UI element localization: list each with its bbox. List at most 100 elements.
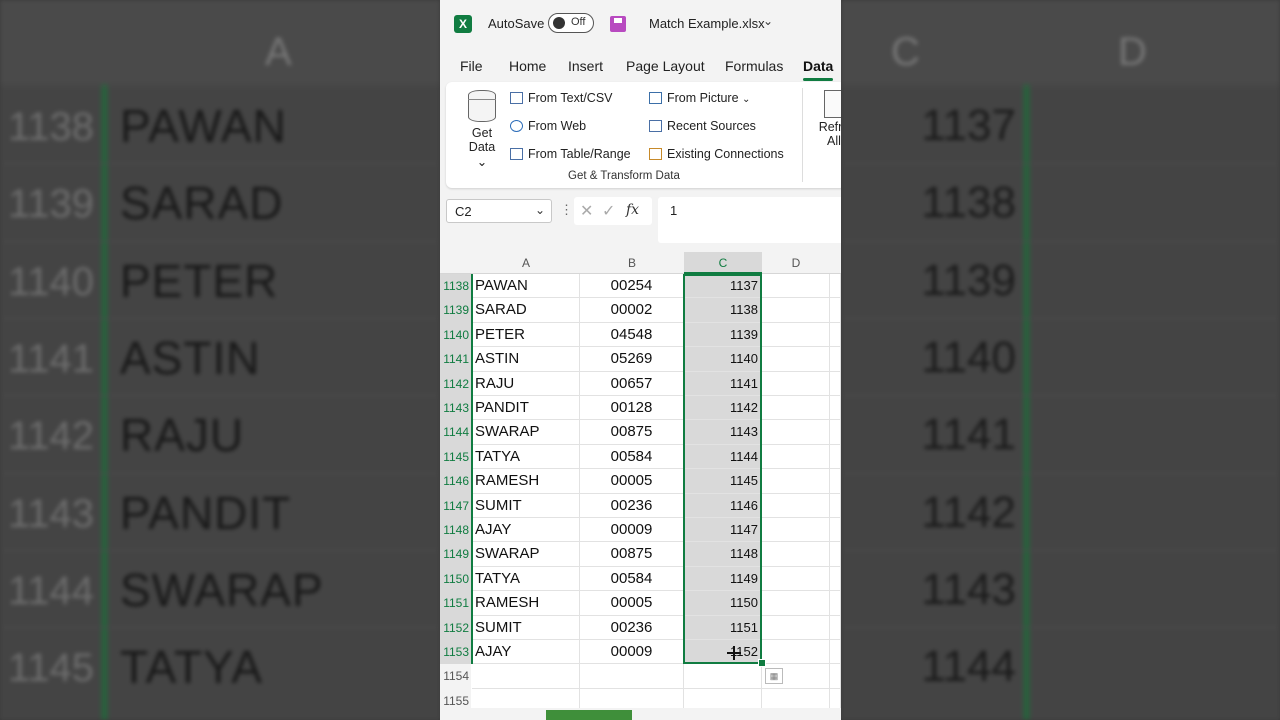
cell-a[interactable]: PETER (472, 322, 580, 348)
cell-e[interactable] (830, 444, 841, 470)
row-header[interactable]: 1147 (440, 493, 471, 518)
cell-c[interactable]: 1142 (684, 396, 762, 421)
cell-b[interactable]: 00009 (580, 640, 684, 665)
row-header[interactable]: 1150 (440, 566, 471, 592)
cell-d[interactable] (762, 371, 830, 396)
cell-d[interactable] (762, 542, 830, 567)
cell-a[interactable]: AJAY (472, 518, 580, 543)
cell-c[interactable]: 1143 (684, 420, 762, 445)
cell-c[interactable]: 1146 (684, 493, 762, 518)
cell-c[interactable]: 1138 (684, 298, 762, 323)
cell-b[interactable] (580, 664, 684, 689)
from-text-csv-button[interactable]: From Text/CSV (510, 91, 613, 105)
chevron-down-icon[interactable]: ⌄ (535, 203, 545, 217)
cell-a[interactable]: TATYA (472, 566, 580, 592)
check-icon[interactable]: ✓ (602, 201, 615, 221)
cell-a[interactable]: SWARAP (472, 420, 580, 445)
cell-e[interactable] (830, 518, 841, 543)
insert-function-icon[interactable]: fx (626, 202, 639, 218)
cell-c[interactable]: 1152 (684, 640, 762, 665)
cell-c[interactable]: 1150 (684, 591, 762, 616)
from-web-button[interactable]: From Web (510, 119, 586, 133)
cell-d[interactable] (762, 396, 830, 421)
cell-c[interactable]: 1151 (684, 615, 762, 640)
cell-b[interactable]: 00005 (580, 469, 684, 494)
refresh-all-button[interactable]: Refre All (814, 90, 841, 148)
row-header[interactable]: 1142 (440, 371, 471, 396)
cell-a[interactable] (472, 664, 580, 689)
cell-a[interactable]: RAMESH (472, 591, 580, 616)
chevron-down-icon[interactable]: ⌄ (763, 14, 773, 28)
cell-e[interactable] (830, 396, 841, 421)
cancel-icon[interactable]: ✕ (580, 201, 593, 221)
cell-b[interactable]: 00875 (580, 420, 684, 445)
row-header[interactable]: 1145 (440, 444, 471, 470)
tab-formulas[interactable]: Formulas (725, 58, 783, 74)
cell-a[interactable]: RAJU (472, 371, 580, 396)
cell-a[interactable]: ASTIN (472, 347, 580, 372)
existing-connections-button[interactable]: Existing Connections (649, 147, 784, 161)
select-all-corner[interactable] (440, 252, 472, 274)
cell-b[interactable]: 04548 (580, 322, 684, 348)
row-header[interactable]: 1141 (440, 347, 471, 372)
cell-b[interactable]: 00657 (580, 371, 684, 396)
fill-handle[interactable] (758, 659, 766, 667)
row-header[interactable]: 1146 (440, 469, 471, 494)
cell-a[interactable]: SARAD (472, 298, 580, 323)
cell-b[interactable]: 05269 (580, 347, 684, 372)
column-header-e[interactable] (830, 252, 841, 274)
cell-d[interactable] (762, 640, 830, 665)
cell-e[interactable] (830, 615, 841, 640)
cell-e[interactable] (830, 274, 841, 299)
cell-e[interactable] (830, 493, 841, 518)
cell-a[interactable]: SUMIT (472, 493, 580, 518)
save-icon[interactable] (610, 16, 626, 32)
cell-b[interactable]: 00236 (580, 615, 684, 640)
row-header[interactable]: 1153 (440, 640, 471, 665)
cell-e[interactable] (830, 420, 841, 445)
row-header[interactable]: 1139 (440, 298, 471, 323)
row-header[interactable]: 1152 (440, 615, 471, 640)
cell-d[interactable] (762, 347, 830, 372)
cell-b[interactable]: 00128 (580, 396, 684, 421)
cell-d[interactable] (762, 420, 830, 445)
cell-b[interactable]: 00236 (580, 493, 684, 518)
cell-a[interactable]: PANDIT (472, 396, 580, 421)
cell-e[interactable] (830, 591, 841, 616)
cell-d[interactable] (762, 469, 830, 494)
row-header[interactable]: 1138 (440, 274, 471, 299)
recent-sources-button[interactable]: Recent Sources (649, 119, 756, 133)
cell-a[interactable]: PAWAN (472, 274, 580, 299)
name-box[interactable]: C2 ⌄ (446, 199, 552, 223)
cell-c[interactable]: 1148 (684, 542, 762, 567)
cell-d[interactable] (762, 615, 830, 640)
cell-e[interactable] (830, 469, 841, 494)
cell-d[interactable] (762, 322, 830, 348)
tab-file[interactable]: File (460, 58, 483, 74)
autosave-toggle[interactable]: Off (548, 13, 594, 33)
row-header[interactable]: 1154 (440, 664, 471, 689)
cell-e[interactable] (830, 542, 841, 567)
from-table-range-button[interactable]: From Table/Range (510, 147, 631, 161)
sheet-tab-1[interactable] (546, 710, 632, 720)
from-picture-button[interactable]: From Picture ⌄ (649, 91, 750, 105)
get-data-button[interactable]: Get Data ⌄ (462, 90, 502, 169)
cell-b[interactable]: 00584 (580, 444, 684, 470)
cell-e[interactable] (830, 347, 841, 372)
cell-a[interactable]: AJAY (472, 640, 580, 665)
cell-d[interactable] (762, 518, 830, 543)
cell-e[interactable] (830, 298, 841, 323)
cell-b[interactable]: 00005 (580, 591, 684, 616)
tab-home[interactable]: Home (509, 58, 546, 74)
cell-c[interactable]: 1137 (684, 274, 762, 299)
column-header-d[interactable]: D (762, 252, 830, 274)
row-header[interactable]: 1148 (440, 518, 471, 543)
cell-e[interactable] (830, 664, 841, 689)
cell-b[interactable]: 00002 (580, 298, 684, 323)
cell-c[interactable]: 1141 (684, 371, 762, 396)
cell-b[interactable]: 00875 (580, 542, 684, 567)
formula-input[interactable]: 1 (658, 197, 841, 243)
cell-e[interactable] (830, 371, 841, 396)
more-dots-icon[interactable]: ⋮ (560, 202, 573, 218)
cell-d[interactable] (762, 493, 830, 518)
